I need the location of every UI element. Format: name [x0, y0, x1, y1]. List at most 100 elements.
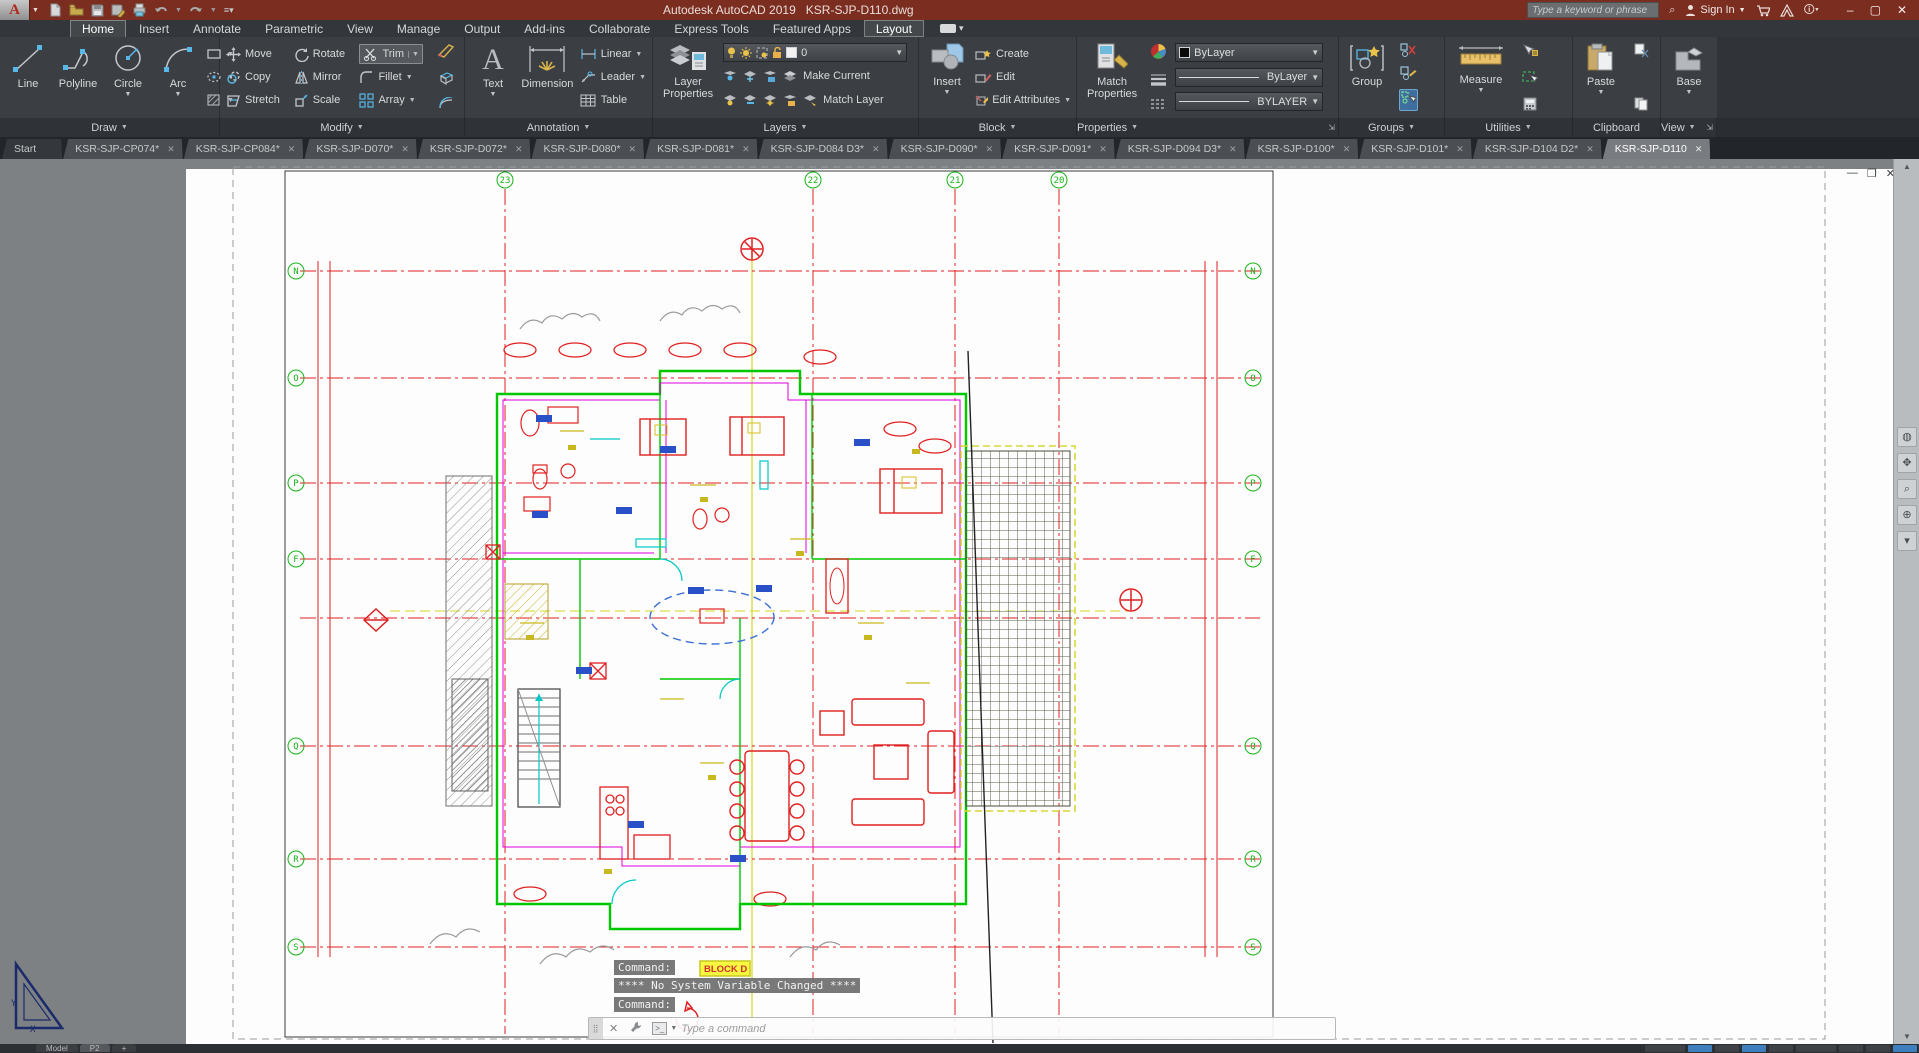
zoom-extents-icon[interactable]: ⌕ [1897, 479, 1917, 499]
close-tab-icon[interactable]: ✕ [1695, 144, 1703, 155]
app-menu-caret-icon[interactable]: ▼ [32, 7, 39, 14]
table-button[interactable]: Table [580, 89, 646, 111]
drawing-minimize-icon[interactable]: — [1847, 167, 1858, 180]
restore-button[interactable]: ▢ [1870, 0, 1881, 20]
orbit-icon[interactable]: ⊕ [1897, 505, 1917, 525]
file-tab[interactable]: KSR-SJP-D080*✕ [532, 139, 645, 159]
search-icon[interactable]: ⌕ [1669, 0, 1675, 20]
ungroup-icon[interactable] [1400, 43, 1417, 57]
layout-tab-model[interactable]: Model [36, 1044, 78, 1052]
save-icon[interactable] [91, 3, 104, 17]
panel-label-utilities[interactable]: Utilities▼ [1445, 118, 1573, 137]
qat-customize-icon[interactable]: ≡▾ [224, 5, 234, 16]
create-block-button[interactable]: Create [975, 43, 1071, 65]
panel-label-groups[interactable]: Groups▼ [1339, 118, 1445, 137]
dimension-button[interactable]: Dimension [521, 41, 574, 91]
edit-attributes-button[interactable]: Edit Attributes▼ [975, 89, 1071, 111]
redo-icon[interactable] [189, 4, 203, 17]
insert-button[interactable]: Insert ▼ [925, 41, 969, 97]
status-chip[interactable] [1839, 1045, 1863, 1052]
file-tab[interactable]: KSR-SJP-D100*✕ [1246, 139, 1359, 159]
new-file-icon[interactable] [49, 3, 62, 17]
lineweight-icon[interactable] [1150, 73, 1167, 86]
panel-label-view[interactable]: View▼⇲ [1661, 118, 1717, 137]
layout-tab-p2[interactable]: P2 [80, 1044, 110, 1052]
close-tab-icon[interactable]: ✕ [872, 144, 880, 155]
panel-label-properties[interactable]: Properties▼⇲ [1077, 118, 1339, 137]
command-bar[interactable]: ⣿ ✕ >_▼ [588, 1017, 1336, 1040]
help-search-box[interactable] [1527, 2, 1659, 18]
redo-caret-icon[interactable]: ▼ [210, 7, 217, 14]
tab-manage[interactable]: Manage [386, 20, 451, 37]
edit-block-button[interactable]: Edit [975, 66, 1071, 88]
close-tab-icon[interactable]: ✕ [401, 144, 409, 155]
panel-label-annotation[interactable]: Annotation▼ [465, 118, 653, 137]
close-tab-icon[interactable]: ✕ [629, 144, 637, 155]
new-layout-button[interactable]: + [112, 1044, 137, 1052]
status-chip[interactable] [1769, 1045, 1793, 1052]
panel-label-clipboard[interactable]: Clipboard [1573, 118, 1661, 137]
command-customize-wrench-icon[interactable] [624, 1021, 648, 1036]
file-tab[interactable]: KSR-SJP-D094 D3*✕ [1116, 139, 1245, 159]
isolate-icon[interactable] [723, 70, 737, 82]
close-tab-icon[interactable]: ✕ [742, 144, 750, 155]
sign-in-button[interactable]: Sign In ▼ [1685, 4, 1745, 16]
arc-button[interactable]: Arc ▼ [156, 41, 200, 99]
layer-sun-icon[interactable] [763, 94, 777, 106]
tab-parametric[interactable]: Parametric [254, 20, 334, 37]
help-search-input[interactable] [1532, 5, 1654, 16]
tab-annotate[interactable]: Annotate [182, 20, 252, 37]
panel-label-layers[interactable]: Layers▼ [653, 118, 919, 137]
tab-insert[interactable]: Insert [128, 20, 180, 37]
sign-in-caret-icon[interactable]: ▼ [1739, 7, 1746, 14]
pan-icon[interactable]: ✥ [1897, 453, 1917, 473]
file-tab[interactable]: KSR-SJP-D070*✕ [304, 139, 417, 159]
measure-button[interactable]: Measure ▼ [1451, 41, 1511, 95]
ribbon-minimize-toggle[interactable]: ▾ [940, 20, 964, 37]
full-navigation-wheel-icon[interactable]: ◍ [1897, 427, 1917, 447]
scroll-down-icon[interactable]: ▼ [1894, 1029, 1919, 1044]
layer-properties-button[interactable]: Layer Properties [659, 41, 717, 101]
leader-button[interactable]: Leader▼ [580, 66, 646, 88]
command-prompt-icon[interactable]: >_▼ [648, 1022, 681, 1035]
file-tab-start[interactable]: Start [2, 139, 62, 159]
properties-dialog-launcher-icon[interactable]: ⇲ [1328, 123, 1335, 132]
file-tab[interactable]: KSR-SJP-D101*✕ [1359, 139, 1472, 159]
status-chip[interactable] [1688, 1045, 1712, 1052]
base-button[interactable]: Base ▼ [1667, 41, 1711, 97]
rotate-button[interactable]: Rotate [294, 43, 354, 65]
close-tab-icon[interactable]: ✕ [288, 144, 296, 155]
tab-collaborate[interactable]: Collaborate [578, 20, 661, 37]
tab-featured-apps[interactable]: Featured Apps [762, 20, 862, 37]
open-file-icon[interactable] [69, 3, 84, 17]
offset-icon[interactable] [437, 97, 455, 111]
file-tab[interactable]: KSR-SJP-CP074*✕ [63, 139, 183, 159]
drawing-restore-icon[interactable]: ❐ [1867, 167, 1877, 180]
file-tab[interactable]: KSR-SJP-D104 D2*✕ [1473, 139, 1602, 159]
group-button[interactable]: Group [1345, 41, 1389, 89]
move-button[interactable]: Move [226, 43, 288, 65]
undo-caret-icon[interactable]: ▼ [175, 7, 182, 14]
file-tab[interactable]: KSR-SJP-D091*✕ [1002, 139, 1115, 159]
freeze-icon[interactable] [743, 70, 757, 82]
panel-label-draw[interactable]: Draw▼ [0, 118, 220, 137]
stretch-button[interactable]: Stretch [226, 89, 288, 111]
close-tab-icon[interactable]: ✕ [1229, 144, 1237, 155]
file-tab[interactable]: KSR-SJP-D090*✕ [889, 139, 1002, 159]
paste-button[interactable]: Paste ▼ [1579, 41, 1623, 97]
status-chip[interactable] [1893, 1045, 1917, 1052]
tab-addins[interactable]: Add-ins [513, 20, 576, 37]
status-chip[interactable] [1866, 1045, 1890, 1052]
drawing-canvas[interactable]: 23 22 21 20 N O P F Q R S N O P F Q R S [0, 159, 1919, 1044]
quick-select-icon[interactable] [1522, 43, 1539, 57]
object-color-dropdown[interactable]: ByLayer▼ [1175, 43, 1323, 62]
copy-button[interactable]: Copy [226, 66, 288, 88]
close-tab-icon[interactable]: ✕ [1586, 144, 1594, 155]
help-icon[interactable]: 🛈▾ [1804, 0, 1819, 20]
close-tab-icon[interactable]: ✕ [515, 144, 523, 155]
select-all-icon[interactable] [1522, 70, 1539, 84]
copy-clip-icon[interactable] [1633, 96, 1649, 111]
match-properties-button[interactable]: Match Properties [1083, 41, 1141, 101]
close-tab-icon[interactable]: ✕ [986, 144, 994, 155]
trim-button[interactable]: Trim ▼ [359, 44, 423, 64]
